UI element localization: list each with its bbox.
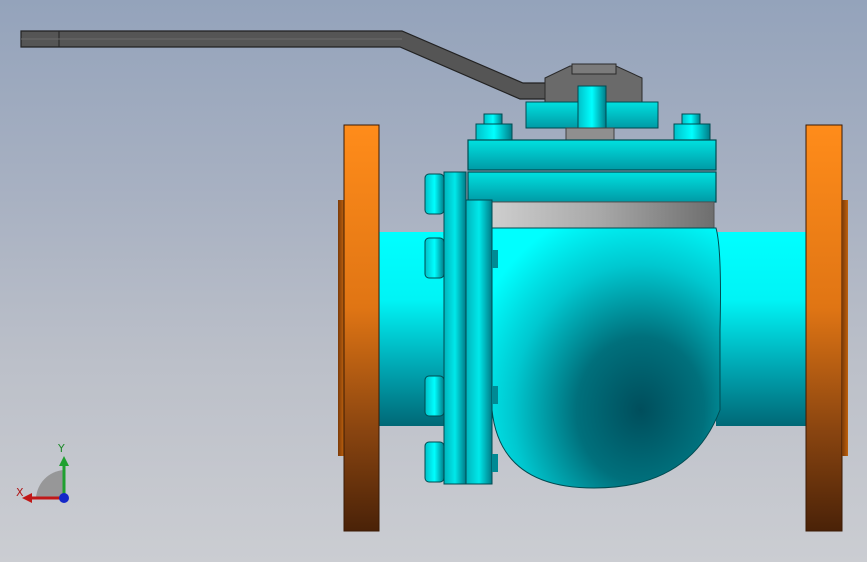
y-axis-label: Y	[58, 442, 65, 455]
handle-lever[interactable]	[20, 30, 561, 100]
ball-valve-model[interactable]	[0, 0, 867, 562]
graphics-viewport[interactable]: X Y	[0, 0, 867, 562]
bonnet-bolt-right	[673, 113, 711, 141]
valve-body	[491, 227, 721, 489]
flange-left	[338, 124, 380, 532]
bonnet-band	[485, 201, 715, 229]
flange-right	[805, 124, 848, 532]
x-axis-label: X	[16, 486, 24, 499]
bonnet-bolt-left	[475, 113, 513, 141]
pipe-right	[716, 232, 808, 426]
bonnet-flange	[467, 139, 717, 203]
coordinate-triad	[22, 456, 69, 503]
